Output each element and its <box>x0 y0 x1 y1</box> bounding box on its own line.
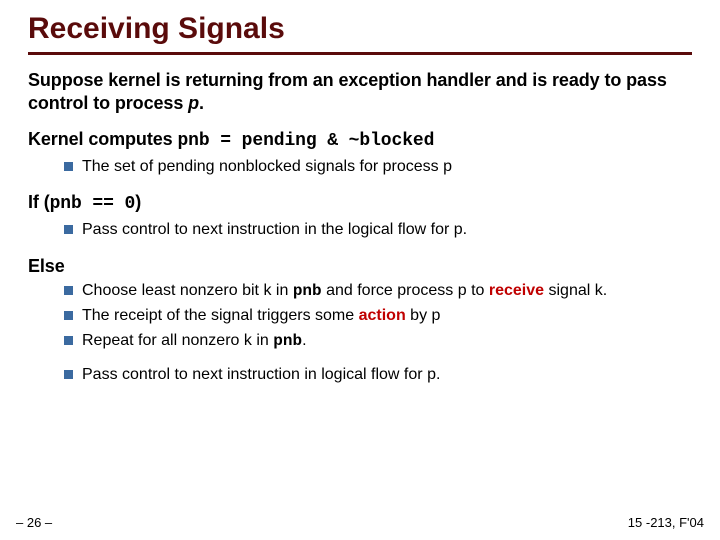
paragraph-else: Else <box>28 255 692 278</box>
paragraph-2: Kernel computes pnb = pending & ~blocked <box>28 128 692 153</box>
bullet-if-1: Pass control to next instruction in the … <box>64 220 692 241</box>
bullet-else-2: The receipt of the signal triggers some … <box>64 306 692 327</box>
bullet-else-1: Choose least nonzero bit k in pnb and fo… <box>64 281 692 302</box>
bullet-else-4: Pass control to next instruction in logi… <box>64 365 692 386</box>
course-tag: 15 -213, F'04 <box>628 515 704 530</box>
slide-title: Receiving Signals <box>28 12 692 55</box>
bullet-else-3: Repeat for all nonzero k in pnb. <box>64 331 692 352</box>
slide-number: – 26 – <box>16 515 52 530</box>
paragraph-if: If (pnb == 0) <box>28 191 692 216</box>
paragraph-1: Suppose kernel is returning from an exce… <box>28 69 692 114</box>
bullet-p2-1: The set of pending nonblocked signals fo… <box>64 157 692 178</box>
